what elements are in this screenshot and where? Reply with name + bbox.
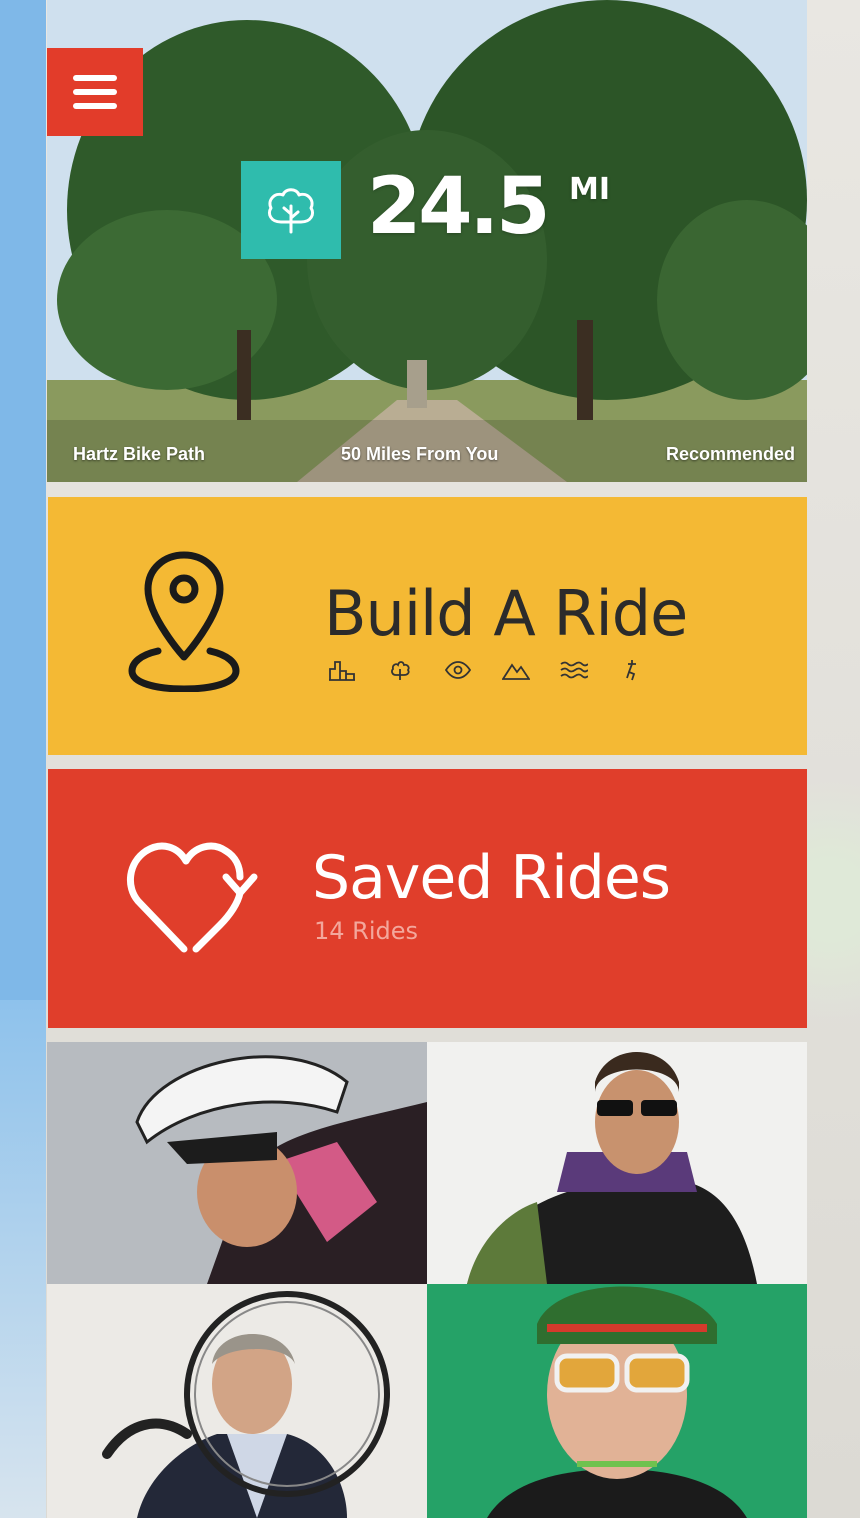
- rider-photo-4[interactable]: [427, 1284, 807, 1518]
- featured-ride-hero[interactable]: 24.5 MI Hartz Bike Path 50 Miles From Yo…: [47, 0, 807, 482]
- city-icon: [328, 657, 356, 683]
- tree-icon: [267, 188, 315, 234]
- hamburger-menu-icon: [73, 75, 117, 81]
- hero-caption: Hartz Bike Path 50 Miles From You Recomm…: [47, 444, 807, 468]
- feature-icon-row: [328, 657, 646, 683]
- rider-photo-grid: [47, 1042, 807, 1518]
- rider-photo-3[interactable]: [47, 1284, 427, 1518]
- tree-icon: [386, 657, 414, 683]
- tree-badge: [241, 161, 341, 259]
- heart-refresh-icon: [126, 842, 258, 953]
- distance-from-you: 50 Miles From You: [341, 444, 499, 464]
- distance-value: 24.5: [367, 162, 550, 252]
- rider-photo-1[interactable]: [47, 1042, 427, 1284]
- saved-rides-count: 14 Rides: [314, 917, 419, 945]
- eye-icon: [444, 657, 472, 683]
- menu-button[interactable]: [47, 48, 143, 136]
- water-waves-icon: [560, 657, 588, 683]
- path-name: Hartz Bike Path: [73, 444, 206, 464]
- distance-unit: MI: [569, 172, 611, 207]
- bike-icon: [618, 657, 646, 683]
- recommended-tag: Recommended: [665, 444, 795, 464]
- saved-rides-title: Saved Rides: [312, 843, 671, 913]
- build-a-ride-title: Build A Ride: [324, 577, 688, 650]
- mountain-icon: [502, 657, 530, 683]
- build-a-ride-button[interactable]: Build A Ride: [48, 497, 807, 755]
- location-pin-icon: [128, 551, 240, 692]
- rider-photo-2[interactable]: [427, 1042, 807, 1284]
- saved-rides-button[interactable]: Saved Rides 14 Rides: [48, 769, 807, 1028]
